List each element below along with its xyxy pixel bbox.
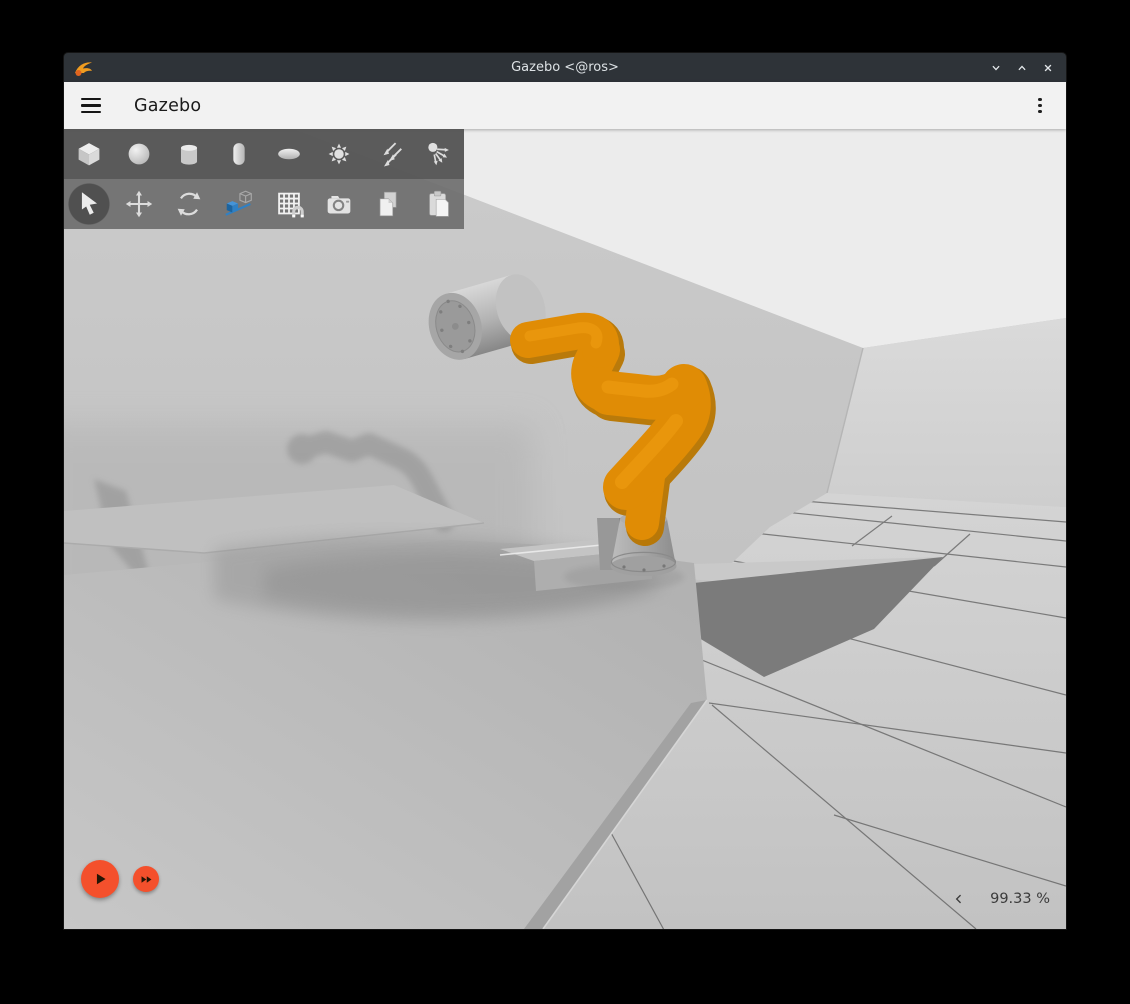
spot-light-icon — [422, 137, 456, 171]
paste-tool[interactable] — [414, 179, 464, 229]
rotate-tool[interactable] — [164, 179, 214, 229]
box-icon — [72, 137, 106, 171]
shape-toolbar-row — [64, 129, 464, 179]
chevron-up-icon — [1014, 60, 1030, 76]
maximize-button[interactable] — [1012, 58, 1032, 78]
snap-grid-tool[interactable] — [264, 179, 314, 229]
step-forward-icon — [138, 871, 155, 888]
window-titlebar[interactable]: Gazebo <@ros> — [64, 53, 1066, 82]
sphere-icon — [122, 137, 156, 171]
directional-light-tool[interactable] — [364, 129, 414, 179]
capsule-icon — [222, 137, 256, 171]
rtf-value: 99.33 % — [990, 891, 1050, 907]
chevron-left-icon[interactable] — [952, 892, 966, 906]
cylinder-shape[interactable] — [164, 129, 214, 179]
chevron-down-icon — [988, 60, 1004, 76]
minimize-button[interactable] — [986, 58, 1006, 78]
3d-viewport[interactable]: 99.33 % — [64, 129, 1066, 929]
grid-magnet-icon — [272, 187, 306, 221]
rotate-icon — [172, 187, 206, 221]
translate-icon — [122, 187, 156, 221]
step-button[interactable] — [133, 866, 159, 892]
rtf-panel: 99.33 % — [952, 891, 1050, 907]
window-title: Gazebo <@ros> — [64, 60, 1066, 75]
spot-light-tool[interactable] — [414, 129, 464, 179]
scene-toolbar — [64, 129, 464, 229]
app-bar: Gazebo — [64, 82, 1066, 129]
directional-light-icon — [372, 137, 406, 171]
kebab-menu-icon[interactable] — [1038, 98, 1042, 114]
play-icon — [90, 869, 110, 889]
paste-icon — [422, 187, 456, 221]
screenshot-tool[interactable] — [314, 179, 364, 229]
close-icon — [1040, 60, 1056, 76]
camera-icon — [322, 187, 356, 221]
ellipsoid-shape[interactable] — [264, 129, 314, 179]
sphere-shape[interactable] — [114, 129, 164, 179]
align-icon — [222, 187, 256, 221]
hamburger-menu-icon[interactable] — [81, 98, 101, 113]
edit-toolbar-row — [64, 179, 464, 229]
translate-tool[interactable] — [114, 179, 164, 229]
align-tool[interactable] — [214, 179, 264, 229]
window-controls — [986, 58, 1066, 78]
cursor-icon — [72, 187, 106, 221]
cylinder-icon — [172, 137, 206, 171]
play-button[interactable] — [81, 860, 119, 898]
capsule-shape[interactable] — [214, 129, 264, 179]
app-title: Gazebo — [134, 96, 201, 116]
copy-icon — [372, 187, 406, 221]
copy-tool[interactable] — [364, 179, 414, 229]
point-light-icon — [322, 137, 356, 171]
select-tool[interactable] — [64, 179, 114, 229]
close-button[interactable] — [1038, 58, 1058, 78]
box-shape[interactable] — [64, 129, 114, 179]
gazebo-window: Gazebo <@ros> Gazebo — [64, 53, 1066, 929]
3d-scene — [64, 129, 1066, 929]
ellipsoid-icon — [272, 137, 306, 171]
point-light-tool[interactable] — [314, 129, 364, 179]
